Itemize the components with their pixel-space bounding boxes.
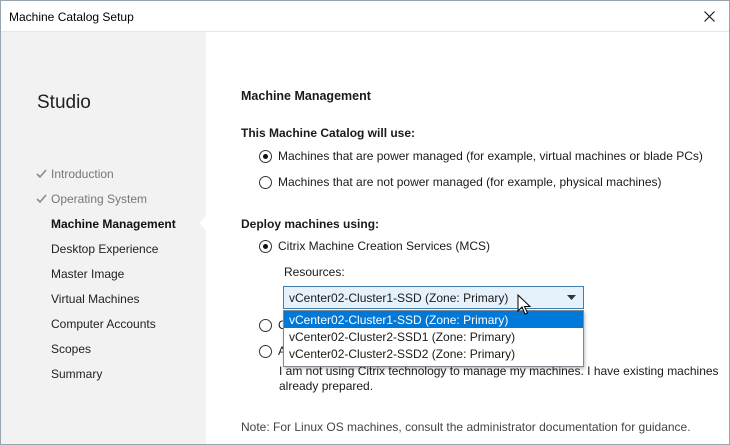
mouse-cursor-icon bbox=[517, 294, 532, 315]
sidebar-item-summary[interactable]: Summary bbox=[51, 367, 102, 381]
radio-unchecked-icon bbox=[259, 175, 272, 189]
existing-machines-description: I am not using Citrix technology to mana… bbox=[279, 364, 719, 393]
wizard-content: Studio Introduction Operating System Mac… bbox=[1, 32, 729, 444]
power-managed-label: Machines that are power managed (for exa… bbox=[278, 149, 703, 163]
sidebar-item-scopes[interactable]: Scopes bbox=[51, 342, 91, 356]
studio-brand: Studio bbox=[37, 92, 91, 113]
main-panel: Machine Management This Machine Catalog … bbox=[206, 32, 729, 444]
sidebar-item-introduction[interactable]: Introduction bbox=[36, 167, 114, 181]
sidebar-item-label: Virtual Machines bbox=[51, 292, 140, 306]
close-button[interactable] bbox=[695, 3, 723, 29]
resources-dropdown-list: vCenter02-Cluster1-SSD (Zone: Primary) v… bbox=[283, 310, 584, 367]
sidebar-item-label: Scopes bbox=[51, 342, 92, 356]
wizard-sidebar: Studio Introduction Operating System Mac… bbox=[1, 32, 206, 444]
sidebar-item-label: Machine Management bbox=[51, 217, 176, 231]
resources-option[interactable]: vCenter02-Cluster2-SSD1 (Zone: Primary) bbox=[284, 328, 583, 345]
sidebar-item-virtual-machines[interactable]: Virtual Machines bbox=[51, 292, 140, 306]
resources-selected-value: vCenter02-Cluster1-SSD (Zone: Primary) bbox=[289, 290, 509, 305]
deploy-label: Deploy machines using: bbox=[241, 217, 380, 231]
radio-checked-icon bbox=[259, 239, 272, 253]
radio-unchecked-icon bbox=[259, 344, 272, 358]
linux-note: Note: For Linux OS machines, consult the… bbox=[241, 420, 691, 434]
sidebar-item-label: Computer Accounts bbox=[51, 317, 156, 331]
window-title: Machine Catalog Setup bbox=[9, 10, 134, 24]
sidebar-item-master-image[interactable]: Master Image bbox=[51, 267, 124, 281]
sidebar-item-label: Desktop Experience bbox=[51, 242, 159, 256]
other-deploy-radio-2[interactable]: A bbox=[259, 344, 286, 358]
sidebar-item-operating-system[interactable]: Operating System bbox=[36, 192, 148, 206]
mcs-radio[interactable]: Citrix Machine Creation Services (MCS) bbox=[259, 239, 490, 253]
active-step-pointer bbox=[199, 216, 206, 230]
resources-combobox[interactable]: vCenter02-Cluster1-SSD (Zone: Primary) bbox=[283, 286, 584, 309]
radio-unchecked-icon bbox=[259, 318, 272, 332]
resources-option[interactable]: vCenter02-Cluster1-SSD (Zone: Primary) bbox=[284, 311, 583, 328]
title-bar: Machine Catalog Setup bbox=[1, 1, 729, 32]
catalog-use-label: This Machine Catalog will use: bbox=[241, 126, 416, 140]
sidebar-item-computer-accounts[interactable]: Computer Accounts bbox=[51, 317, 156, 331]
resources-option[interactable]: vCenter02-Cluster2-SSD2 (Zone: Primary) bbox=[284, 345, 583, 362]
sidebar-item-label: Master Image bbox=[51, 267, 125, 281]
sidebar-item-machine-management[interactable]: Machine Management bbox=[51, 217, 176, 231]
close-icon bbox=[703, 10, 715, 22]
machine-catalog-setup-window: Machine Catalog Setup Studio Introductio… bbox=[0, 0, 730, 445]
chevron-down-icon bbox=[567, 295, 576, 300]
not-power-managed-radio[interactable]: Machines that are not power managed (for… bbox=[259, 175, 662, 189]
sidebar-item-label: Operating System bbox=[51, 192, 148, 206]
power-managed-radio[interactable]: Machines that are power managed (for exa… bbox=[259, 149, 703, 163]
resources-label: Resources: bbox=[284, 265, 345, 279]
page-title: Machine Management bbox=[241, 89, 371, 103]
radio-checked-icon bbox=[259, 149, 272, 163]
sidebar-item-label: Summary bbox=[51, 367, 103, 381]
check-icon bbox=[36, 194, 47, 204]
sidebar-item-label: Introduction bbox=[51, 167, 114, 181]
mcs-label: Citrix Machine Creation Services (MCS) bbox=[278, 239, 491, 253]
not-power-managed-label: Machines that are not power managed (for… bbox=[278, 175, 662, 189]
check-icon bbox=[36, 169, 47, 179]
sidebar-item-desktop-experience[interactable]: Desktop Experience bbox=[51, 242, 158, 256]
